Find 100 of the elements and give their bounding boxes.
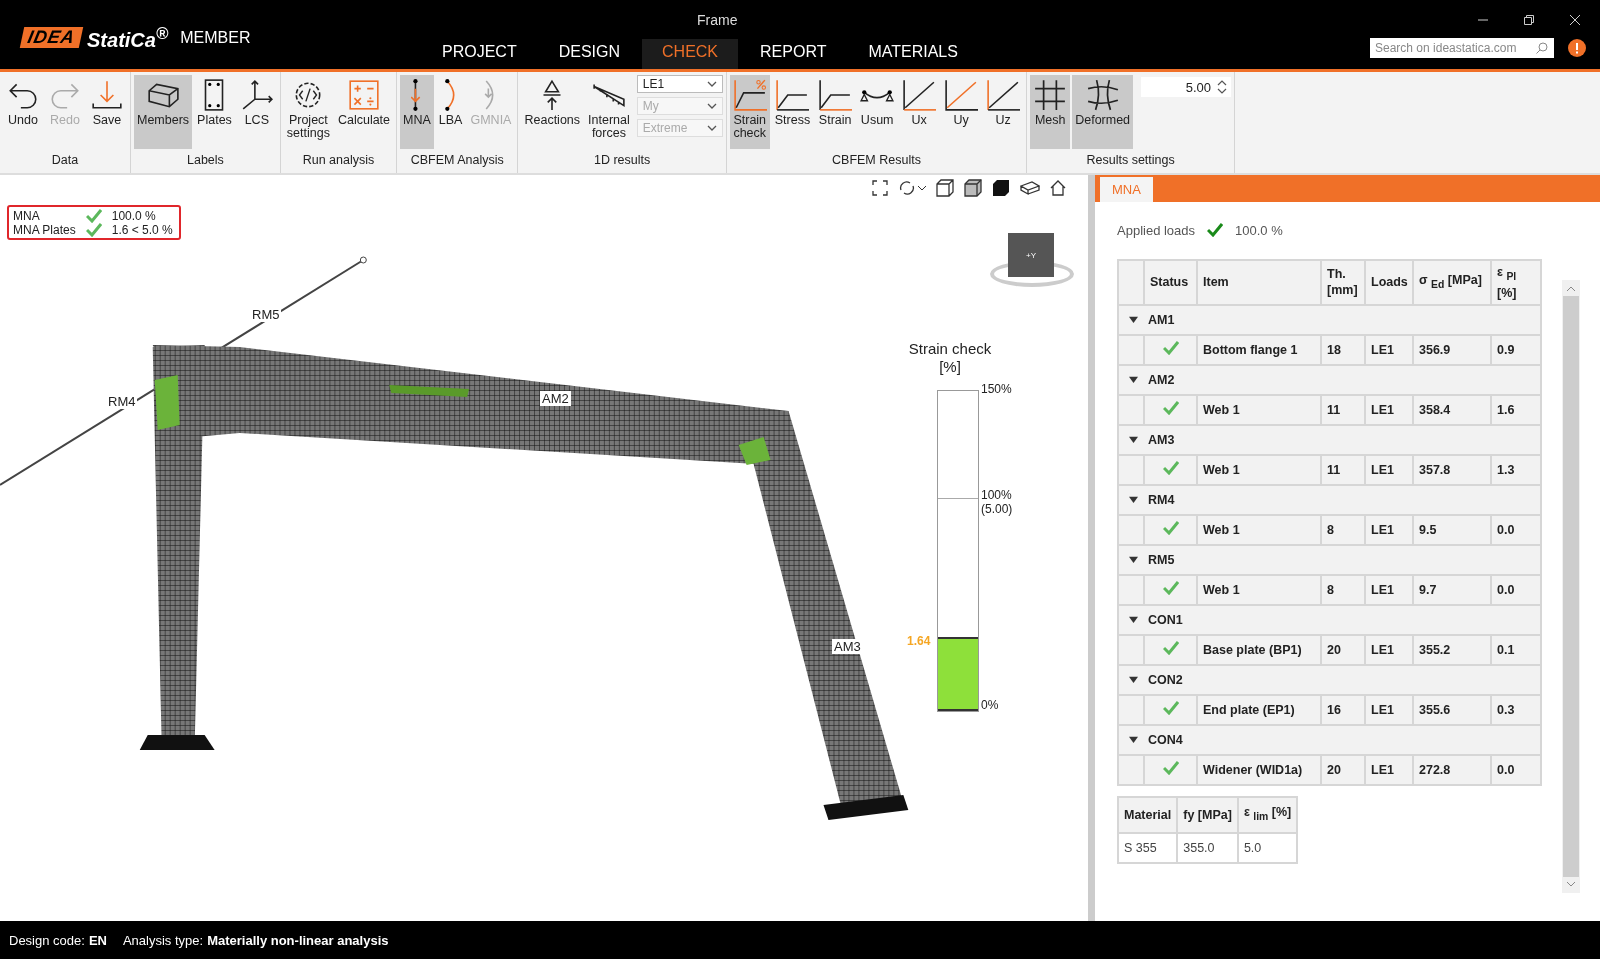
applied-loads-value: 100.0 % bbox=[1235, 222, 1283, 238]
group-label: Labels bbox=[186, 152, 225, 169]
ribbon-button[interactable]: Mesh bbox=[1030, 75, 1071, 149]
column-header: Loads bbox=[1365, 260, 1413, 305]
group-name: CON2 bbox=[1148, 672, 1183, 687]
table-cell: Web 1 bbox=[1197, 454, 1321, 485]
group-row[interactable]: AM1 bbox=[1118, 304, 1541, 335]
table-cell: 355.6 bbox=[1413, 694, 1491, 725]
ribbon-button[interactable]: Reactions bbox=[521, 75, 584, 149]
number-spinner[interactable]: 5.00 bbox=[1141, 77, 1232, 97]
section-plane-icon[interactable] bbox=[1020, 180, 1040, 196]
navigation-cube[interactable]: +Y bbox=[990, 233, 1076, 295]
solid-cube-icon[interactable] bbox=[992, 179, 1010, 197]
table-cell: 5.0 bbox=[1237, 832, 1298, 863]
ribbon-button[interactable]: Project settings bbox=[283, 75, 333, 149]
group-row[interactable]: RM5 bbox=[1118, 544, 1541, 575]
result-label: MNA Plates bbox=[13, 223, 76, 237]
legend-tick: (5.00) bbox=[981, 502, 1013, 516]
group-row[interactable]: CON4 bbox=[1118, 724, 1541, 755]
search-field[interactable]: Search on ideastatica.com bbox=[1370, 38, 1554, 58]
legend-title: Strain check bbox=[907, 340, 993, 358]
displacement-graph-icon bbox=[986, 78, 1021, 112]
ribbon-button[interactable]: Ux bbox=[899, 75, 940, 149]
column-header: Material bbox=[1118, 796, 1178, 833]
nav-tab[interactable]: DESIGN bbox=[538, 39, 640, 69]
ribbon-button[interactable]: Internal forces bbox=[585, 75, 633, 149]
scroll-up-icon[interactable] bbox=[1566, 286, 1576, 292]
status-label: Analysis type: bbox=[122, 932, 204, 948]
legend-tick: 0% bbox=[981, 698, 999, 712]
restore-icon[interactable] bbox=[1524, 15, 1534, 25]
ribbon-button[interactable]: Stress bbox=[771, 75, 814, 149]
column-header: σ $_{Ed}$ [MPa] bbox=[1413, 260, 1491, 305]
caret-icon bbox=[706, 103, 717, 109]
nav-tab[interactable]: REPORT bbox=[740, 39, 847, 69]
group-row[interactable]: CON1 bbox=[1118, 604, 1541, 635]
ribbon-button[interactable]: Calculate bbox=[334, 75, 394, 149]
ribbon-button[interactable]: Strain bbox=[815, 75, 856, 149]
nav-tab[interactable]: MATERIALS bbox=[848, 39, 978, 69]
table-cell: 272.8 bbox=[1413, 754, 1491, 785]
shaded-cube-icon[interactable] bbox=[964, 179, 982, 197]
group-label: Data bbox=[50, 152, 80, 169]
ribbon-button[interactable]: Save bbox=[87, 75, 127, 149]
member-arrow-icon bbox=[411, 78, 423, 112]
result-value: 1.6 < 5.0 % bbox=[111, 223, 173, 237]
group-name: AM1 bbox=[1148, 312, 1175, 327]
info-icon[interactable] bbox=[1568, 39, 1586, 57]
table-cell: 357.8 bbox=[1413, 454, 1491, 485]
group-row[interactable]: AM3 bbox=[1118, 424, 1541, 455]
table-cell: 0.0 bbox=[1491, 514, 1541, 545]
table-cell: 358.4 bbox=[1413, 394, 1491, 425]
column-header: ε $_{lim}$ [%] bbox=[1237, 796, 1298, 833]
nav-tab[interactable]: CHECK bbox=[642, 39, 739, 69]
ribbon-button[interactable]: Uz bbox=[983, 75, 1024, 149]
ribbon-button[interactable]: MNA bbox=[400, 75, 434, 149]
ribbon-button[interactable]: Undo bbox=[3, 75, 43, 149]
table-cell: 355.0 bbox=[1177, 832, 1238, 863]
ribbon-button[interactable]: LBA bbox=[435, 75, 466, 149]
home-icon[interactable] bbox=[1050, 180, 1066, 196]
nav-tab[interactable]: PROJECT bbox=[422, 39, 537, 69]
table-cell: Bottom flange 1 bbox=[1197, 334, 1321, 365]
table-cell: 1.3 bbox=[1491, 454, 1541, 485]
ribbon-button[interactable]: Strain check bbox=[729, 75, 770, 149]
table-cell: S 355 bbox=[1118, 832, 1178, 863]
table-cell: 0.1 bbox=[1491, 634, 1541, 665]
up-down-icon bbox=[1217, 80, 1228, 94]
group-row[interactable]: AM2 bbox=[1118, 364, 1541, 395]
group-name: AM2 bbox=[1148, 372, 1175, 387]
ribbon-button[interactable]: Usum bbox=[857, 75, 898, 149]
status-label: Design code: bbox=[9, 932, 85, 948]
rotate-icon[interactable] bbox=[898, 180, 926, 196]
caret-icon bbox=[706, 125, 717, 131]
group-label: Run analysis bbox=[301, 152, 376, 169]
caret-icon bbox=[706, 81, 717, 87]
table-cell: Base plate (BP1) bbox=[1197, 634, 1321, 665]
group-row[interactable]: RM4 bbox=[1118, 484, 1541, 515]
table-cell: 9.7 bbox=[1413, 574, 1491, 605]
group-name: RM5 bbox=[1148, 552, 1175, 567]
legend-tick: 100% bbox=[981, 488, 1012, 502]
member-label: AM2 bbox=[540, 391, 571, 406]
group-row[interactable]: CON2 bbox=[1118, 664, 1541, 695]
close-icon[interactable] bbox=[1570, 15, 1580, 25]
ribbon-button[interactable]: LCS bbox=[236, 75, 277, 149]
scroll-down-icon[interactable] bbox=[1566, 881, 1576, 887]
deformed-mesh-icon bbox=[1085, 78, 1120, 112]
ribbon-button[interactable]: Deformed bbox=[1072, 75, 1134, 149]
dropdown[interactable]: LE1 bbox=[636, 75, 723, 93]
column-header: Item bbox=[1197, 260, 1321, 305]
table-cell: Widener (WID1a) bbox=[1197, 754, 1321, 785]
scrollbar[interactable] bbox=[1562, 280, 1580, 893]
table-cell: End plate (EP1) bbox=[1197, 694, 1321, 725]
legend-value: 1.64 bbox=[907, 634, 931, 649]
ribbon-button[interactable]: Uy bbox=[941, 75, 982, 149]
ribbon-button[interactable]: Plates bbox=[194, 75, 235, 149]
wireframe-cube-icon[interactable] bbox=[936, 179, 954, 197]
product-name: MEMBER bbox=[180, 28, 251, 47]
ribbon-button[interactable]: Members bbox=[134, 75, 193, 149]
logo-name: StatiCa$^{®}$ bbox=[87, 23, 169, 52]
table-cell: 0.3 bbox=[1491, 694, 1541, 725]
status-value: Materially non-linear analysis bbox=[207, 932, 389, 948]
fit-view-icon[interactable] bbox=[872, 180, 888, 196]
